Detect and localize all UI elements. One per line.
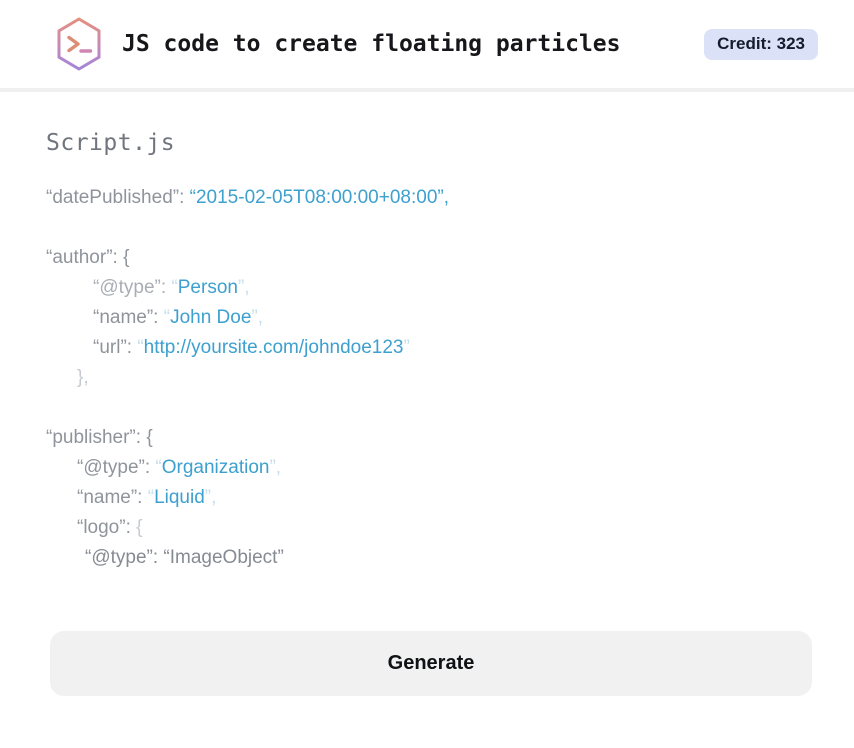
code-segment: “url”: bbox=[93, 337, 138, 358]
code-segment: “publisher”: { bbox=[46, 427, 153, 448]
code-segment: “author”: { bbox=[46, 247, 130, 268]
code-segment: ”, bbox=[251, 307, 264, 328]
code-line: “logo”: { bbox=[46, 513, 808, 543]
code-line: “url”: “http://yoursite.com/johndoe123” bbox=[46, 333, 808, 363]
code-segment: ”, bbox=[204, 487, 217, 508]
code-segment: “@type”: bbox=[77, 457, 156, 478]
main-content: Script.js “datePublished”: “2015-02-05T0… bbox=[0, 92, 854, 696]
code-segment: Organization bbox=[161, 457, 270, 478]
code-segment: Person bbox=[177, 277, 238, 298]
credit-badge: Credit: 323 bbox=[704, 28, 818, 60]
code-segment: { bbox=[136, 517, 143, 538]
code-segment: http://yoursite.com/johndoe123 bbox=[143, 337, 404, 358]
code-line: “publisher”: { bbox=[46, 423, 808, 453]
code-segment: Liquid bbox=[154, 487, 205, 508]
code-segment: “datePublished”: bbox=[46, 187, 190, 208]
file-title: Script.js bbox=[46, 130, 176, 156]
code-line: “name”: “Liquid”, bbox=[46, 483, 808, 513]
code-line: “@type”: “Person”, bbox=[46, 273, 808, 303]
code-line: “@type”: “Organization”, bbox=[46, 453, 808, 483]
code-segment: “name”: bbox=[93, 307, 164, 328]
code-line: “datePublished”: “2015-02-05T08:00:00+08… bbox=[46, 183, 808, 213]
code-segment: John Doe bbox=[170, 307, 252, 328]
code-segment: “name”: bbox=[77, 487, 148, 508]
code-line: }, bbox=[46, 363, 808, 393]
code-segment: ”, bbox=[269, 457, 282, 478]
code-line: “author”: { bbox=[46, 243, 808, 273]
code-segment: “@type”: bbox=[93, 277, 172, 298]
code-line: “name”: “John Doe”, bbox=[46, 303, 808, 333]
code-segment: “2015-02-05T08:00:00+08:00”, bbox=[189, 187, 449, 208]
code-segment: ” bbox=[403, 337, 410, 358]
code-block: “datePublished”: “2015-02-05T08:00:00+08… bbox=[46, 183, 808, 573]
terminal-prompt-logo-icon bbox=[52, 15, 106, 73]
code-line: “@type”: “ImageObject” bbox=[46, 543, 808, 573]
code-segment: ”, bbox=[237, 277, 250, 298]
code-segment: }, bbox=[77, 367, 89, 388]
page-title: JS code to create floating particles bbox=[122, 31, 621, 57]
header: JS code to create floating particles Cre… bbox=[0, 0, 854, 92]
code-segment: “@type”: “ImageObject” bbox=[85, 547, 284, 568]
code-segment: “logo”: bbox=[77, 517, 137, 538]
generate-button[interactable]: Generate bbox=[50, 631, 812, 696]
